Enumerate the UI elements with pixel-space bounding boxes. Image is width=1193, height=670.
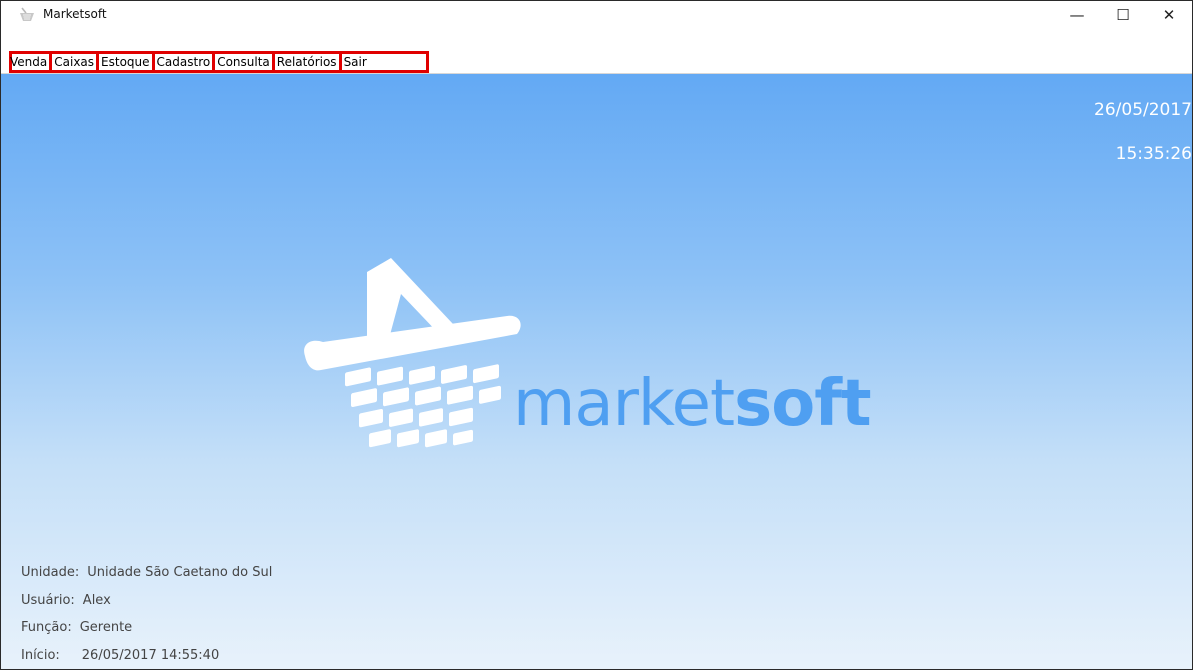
- session-unit: Unidade: Unidade São Caetano do Sul: [21, 565, 272, 580]
- menu-highlight-box: Venda Caixas Estoque Cadastro Consulta R…: [9, 51, 429, 73]
- session-start: Início: 26/05/2017 14:55:40: [21, 648, 219, 663]
- main-desktop: 26/05/2017 15:35:26 marketsoft Unidade: …: [1, 74, 1192, 669]
- maximize-button[interactable]: ☐: [1100, 1, 1146, 28]
- start-value: 26/05/2017 14:55:40: [81, 648, 220, 663]
- start-label: Início:: [21, 648, 60, 663]
- logo-text-regular: market: [513, 367, 735, 441]
- menu-bar: Venda Caixas Estoque Cadastro Consulta R…: [1, 51, 1192, 74]
- role-label: Função:: [21, 620, 72, 635]
- unit-value: Unidade São Caetano do Sul: [87, 565, 273, 580]
- basket-app-icon: [20, 7, 34, 21]
- role-value: Gerente: [79, 620, 133, 635]
- user-value: Alex: [82, 593, 111, 608]
- logo-text-bold: soft: [734, 367, 871, 441]
- menu-item-venda[interactable]: Venda: [8, 54, 53, 70]
- logo-wordmark: marketsoft: [513, 367, 872, 441]
- app-window: Marketsoft — ☐ ✕ Venda Caixas Estoque Ca…: [0, 0, 1193, 670]
- menu-item-consulta[interactable]: Consulta: [215, 54, 275, 70]
- menu-item-sair[interactable]: Sair: [342, 54, 369, 70]
- title-bar[interactable]: Marketsoft — ☐ ✕: [1, 1, 1192, 28]
- menu-item-relatorios[interactable]: Relatórios: [275, 54, 342, 70]
- window-title: Marketsoft: [43, 7, 107, 21]
- menu-item-cadastro[interactable]: Cadastro: [155, 54, 216, 70]
- menu-item-estoque[interactable]: Estoque: [99, 54, 155, 70]
- unit-label: Unidade:: [21, 565, 80, 580]
- session-role: Função: Gerente: [21, 620, 132, 635]
- close-button[interactable]: ✕: [1146, 1, 1192, 28]
- current-time: 15:35:26: [1115, 144, 1192, 164]
- window-controls: — ☐ ✕: [1054, 1, 1192, 28]
- menu-item-caixas[interactable]: Caixas: [52, 54, 100, 70]
- minimize-button[interactable]: —: [1054, 1, 1100, 28]
- current-date: 26/05/2017: [1094, 100, 1192, 120]
- user-label: Usuário:: [21, 593, 75, 608]
- session-user: Usuário: Alex: [21, 593, 111, 608]
